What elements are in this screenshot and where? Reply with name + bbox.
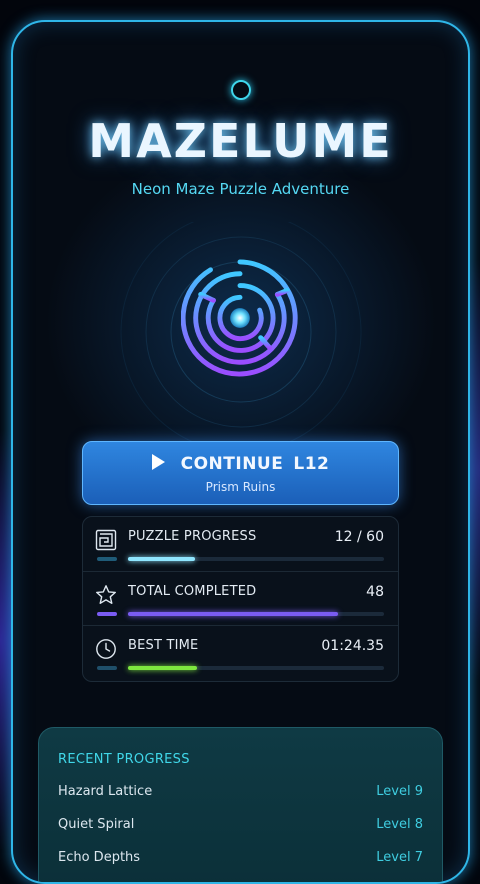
stat-label: TOTAL COMPLETED xyxy=(128,584,257,599)
recent-item-name: Hazard Lattice xyxy=(58,784,153,799)
play-icon xyxy=(151,454,165,470)
recent-item[interactable]: Hazard Lattice Level 9 xyxy=(58,784,423,804)
stat-total-completed: TOTAL COMPLETED 48 xyxy=(83,571,398,626)
continue-label: CONTINUE xyxy=(180,454,284,474)
camera-notch xyxy=(231,80,251,100)
recent-progress-heading: RECENT PROGRESS xyxy=(58,752,190,767)
stat-value: 48 xyxy=(366,584,384,600)
progress-fill xyxy=(128,666,198,670)
stats-panel: PUZZLE PROGRESS 12 / 60 TOTAL COMPLETED … xyxy=(82,516,399,682)
recent-item[interactable]: Echo Depths Level 7 xyxy=(58,850,423,870)
stat-label: BEST TIME xyxy=(128,638,199,653)
progress-track xyxy=(128,666,384,670)
stat-stub xyxy=(97,666,117,670)
stat-value: 12 / 60 xyxy=(334,529,384,545)
progress-track xyxy=(128,557,384,561)
stat-label: PUZZLE PROGRESS xyxy=(128,529,257,544)
recent-item-level: Level 7 xyxy=(376,850,423,865)
continue-button-main: CONTINUE L12 xyxy=(83,454,398,474)
recent-progress-panel: RECENT PROGRESS Hazard Lattice Level 9 Q… xyxy=(38,727,443,882)
stat-best-time: BEST TIME 01:24.35 xyxy=(83,625,398,680)
recent-item[interactable]: Quiet Spiral Level 8 xyxy=(58,817,423,837)
continue-stage-name: Prism Ruins xyxy=(205,480,276,494)
game-screen: MAZELUME Neon Maze Puzzle Adventure CONT… xyxy=(11,20,470,884)
game-title: MAZELUME xyxy=(88,114,393,168)
stat-value: 01:24.35 xyxy=(321,638,384,654)
progress-fill xyxy=(128,557,195,561)
clock-icon xyxy=(96,639,116,659)
stat-stub xyxy=(97,557,117,561)
continue-button[interactable]: CONTINUE L12 Prism Ruins xyxy=(82,441,399,505)
maze-logo-icon xyxy=(181,259,298,377)
recent-item-level: Level 8 xyxy=(376,817,423,832)
star-icon xyxy=(96,585,116,604)
recent-item-name: Echo Depths xyxy=(58,850,141,865)
recent-item-level: Level 9 xyxy=(376,784,423,799)
progress-track xyxy=(128,612,384,616)
stat-stub xyxy=(97,612,117,616)
stat-puzzle-progress: PUZZLE PROGRESS 12 / 60 xyxy=(83,517,398,571)
continue-level: L12 xyxy=(293,454,330,474)
progress-fill xyxy=(128,612,338,616)
game-subtitle: Neon Maze Puzzle Adventure xyxy=(131,180,350,198)
maze-icon xyxy=(95,529,117,551)
recent-item-name: Quiet Spiral xyxy=(58,817,135,832)
